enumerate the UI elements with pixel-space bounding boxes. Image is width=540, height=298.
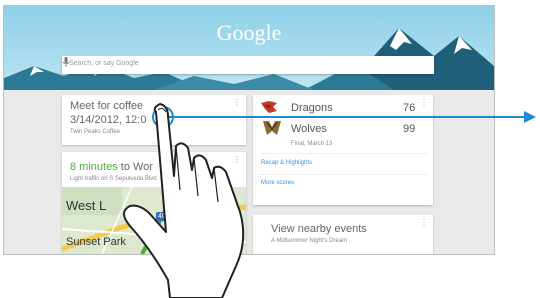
swipe-gesture-overlay [123,103,536,298]
swipe-arrow-icon [168,111,536,123]
hand-swipe-icon [123,103,245,298]
